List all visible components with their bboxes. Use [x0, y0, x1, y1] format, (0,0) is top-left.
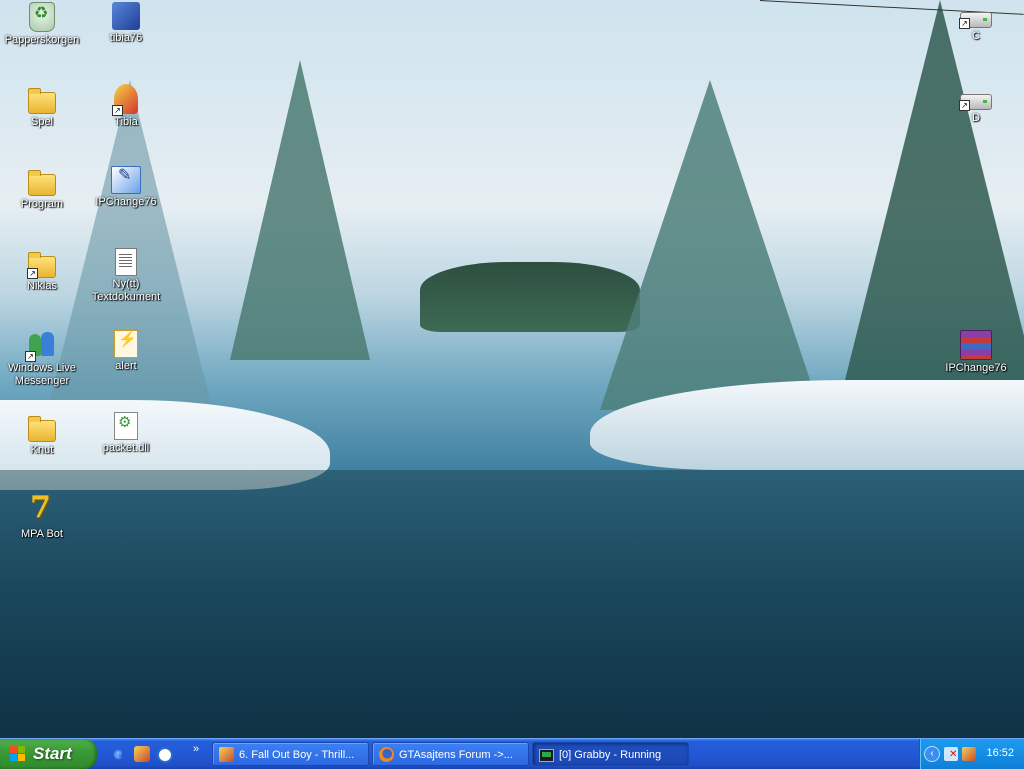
folder-icon	[28, 416, 56, 442]
show-hidden-icons-button[interactable]: ‹	[924, 746, 940, 762]
text-document-icon	[115, 248, 137, 276]
shortcut-arrow-icon: ↗	[959, 100, 970, 111]
music-player-icon[interactable]	[134, 746, 150, 762]
music-player-icon[interactable]	[962, 747, 976, 761]
wallpaper-tree	[230, 60, 370, 360]
folder-icon: ↗	[27, 252, 56, 279]
desktop-icon-ipchange76[interactable]: IPChange76	[84, 166, 168, 209]
desktop-icon-mpa-bot[interactable]: MPA Bot	[0, 490, 84, 541]
wallpaper-tree	[600, 80, 820, 410]
desktop-icon-label: Tibia	[114, 116, 138, 128]
taskbar-button-gtasajtens-forum[interactable]: GTAsajtens Forum ->...	[372, 742, 529, 766]
alert-file-icon	[114, 330, 138, 358]
task-label: GTAsajtens Forum ->...	[399, 749, 513, 761]
desktop-icon-label: C	[972, 30, 980, 42]
tibia-character-icon: ↗	[112, 84, 138, 116]
browser-icon[interactable]	[157, 747, 173, 763]
drive-icon: ↗	[959, 94, 992, 111]
desktop-icon-label: Knut	[30, 444, 54, 456]
folder-icon	[28, 88, 56, 114]
desktop-icon-papperskorgen[interactable]: Papperskorgen	[0, 2, 84, 47]
internet-explorer-icon[interactable]	[110, 746, 126, 762]
taskbar: Start » 6. Fall Out Boy - Thrill... GTAs…	[0, 738, 1024, 769]
network-app-icon	[112, 2, 140, 30]
start-button[interactable]: Start	[0, 739, 97, 769]
desktop-icon-knut[interactable]: Knut	[0, 412, 84, 457]
desktop-icon-program[interactable]: Program	[0, 166, 84, 211]
windows-logo-icon	[10, 746, 26, 762]
desktop-icon-label: Spel	[30, 116, 54, 128]
desktop-icon-ipchange76-archive[interactable]: IPChange76	[934, 330, 1018, 375]
dll-file-icon	[114, 412, 138, 440]
desktop-icon-drive-c[interactable]: ↗ C	[934, 2, 1018, 43]
recycle-bin-icon	[29, 2, 55, 32]
music-player-icon	[219, 747, 234, 762]
taskbar-button-fall-out-boy[interactable]: 6. Fall Out Boy - Thrill...	[212, 742, 369, 766]
task-label: 6. Fall Out Boy - Thrill...	[239, 749, 355, 761]
desktop-icon-tibia[interactable]: ↗ Tibia	[84, 84, 168, 129]
desktop-icon-spel[interactable]: Spel	[0, 84, 84, 129]
desktop-icon-windows-live-messenger[interactable]: ↗ Windows Live Messenger	[0, 330, 84, 388]
desktop-icon-label: IPChange76	[945, 362, 1007, 374]
start-label: Start	[33, 744, 72, 763]
wallpaper-river	[0, 470, 1024, 738]
winrar-archive-icon	[960, 330, 992, 360]
desktop-icon-label: Windows Live Messenger	[8, 362, 76, 387]
drive-icon: ↗	[959, 12, 992, 29]
clock[interactable]: 16:52	[986, 747, 1014, 759]
desktop-icon-label: Niklas	[27, 280, 57, 292]
console-icon	[539, 749, 554, 762]
desktop-icon-label: MPA Bot	[21, 528, 63, 540]
shortcut-arrow-icon: ↗	[959, 18, 970, 29]
desktop-icon-label: Papperskorgen	[4, 34, 80, 46]
folder-icon	[28, 170, 56, 196]
desktop-icon-tibia76[interactable]: tibia76	[84, 2, 168, 45]
desktop[interactable]: Papperskorgen Spel Program ↗ Niklas ↗ Wi…	[0, 0, 1024, 738]
messenger-icon: ↗	[25, 330, 57, 362]
firefox-icon	[379, 747, 394, 762]
desktop-icon-label: packet.dll	[102, 442, 150, 454]
shortcut-arrow-icon: ↗	[25, 351, 36, 362]
mpa-bot-icon	[26, 490, 58, 526]
desktop-icon-niklas[interactable]: ↗ Niklas	[0, 248, 84, 293]
desktop-icon-label: alert	[115, 360, 137, 372]
desktop-icon-label: D	[972, 112, 980, 124]
ipchanger-icon	[111, 166, 141, 194]
desktop-icon-label: Program	[20, 198, 64, 210]
network-disconnected-icon[interactable]	[944, 747, 958, 761]
system-tray: ‹ 16:52	[919, 739, 1024, 769]
desktop-icon-alert[interactable]: alert	[84, 330, 168, 373]
quick-launch-more-button[interactable]: »	[193, 743, 199, 755]
desktop-icon-label: tibia76	[109, 32, 143, 44]
shortcut-arrow-icon: ↗	[112, 105, 123, 116]
desktop-icon-label: IPChange76	[95, 196, 157, 208]
task-label: [0] Grabby - Running	[559, 749, 662, 761]
shortcut-arrow-icon: ↗	[27, 268, 38, 279]
desktop-icon-textdokument[interactable]: Ny(tt) Textdokument	[84, 248, 168, 304]
desktop-icon-drive-d[interactable]: ↗ D	[934, 84, 1018, 125]
desktop-icon-packet-dll[interactable]: packet.dll	[84, 412, 168, 455]
taskbar-button-grabby[interactable]: [0] Grabby - Running	[532, 742, 689, 766]
desktop-icon-label: Ny(tt) Textdokument	[91, 278, 161, 303]
